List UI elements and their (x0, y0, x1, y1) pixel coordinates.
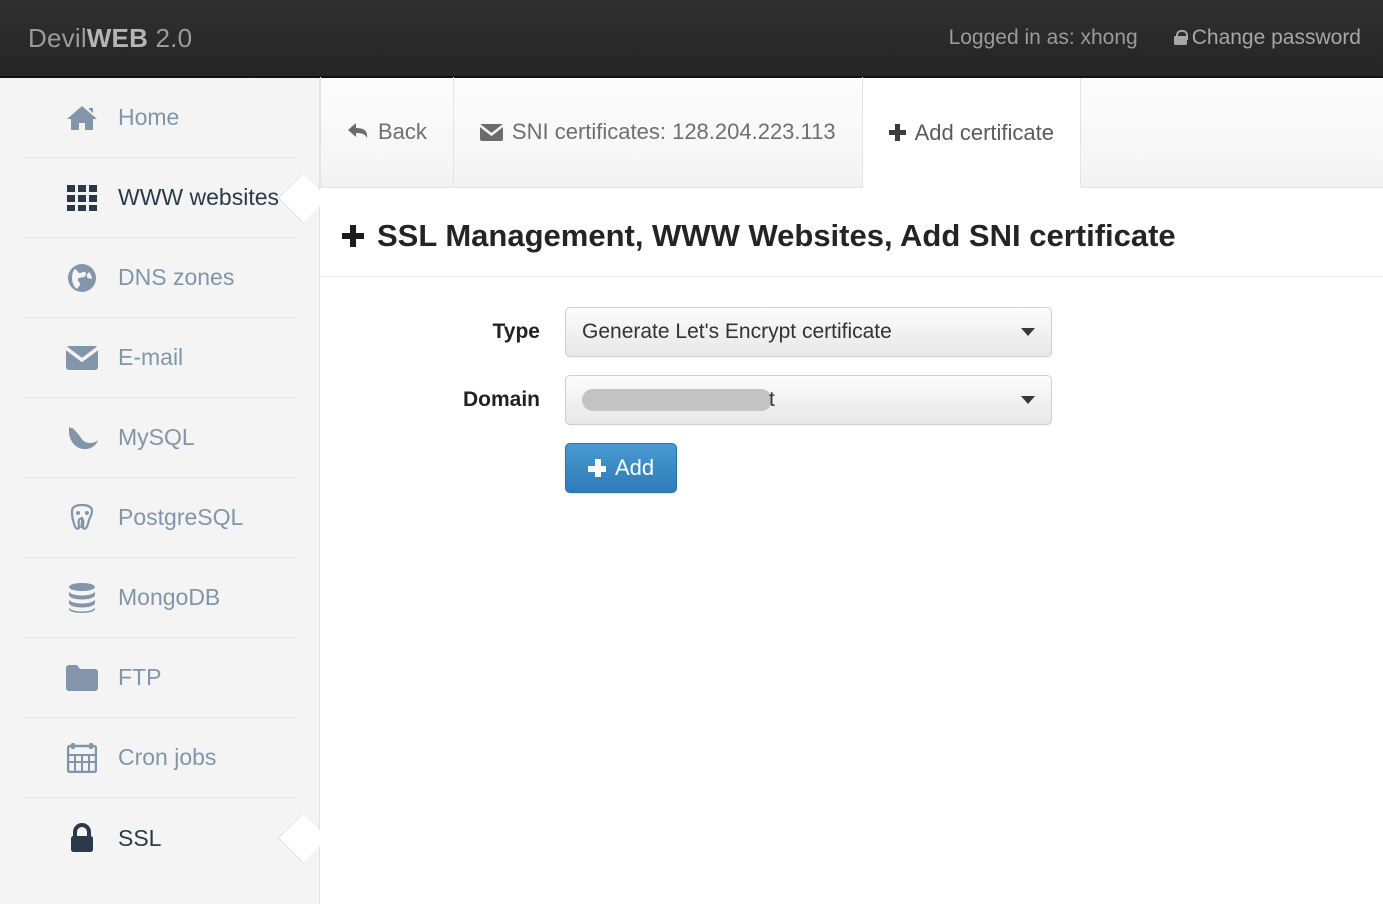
tab-label: SNI certificates: 128.204.223.113 (511, 119, 836, 144)
sidebar-item-label: E-mail (118, 344, 184, 370)
add-button-label: Add (615, 455, 655, 480)
calendar-icon (62, 740, 102, 776)
sidebar-item-label: Home (118, 104, 180, 130)
envelope-icon (479, 123, 503, 141)
brand-bold: WEB (86, 22, 149, 53)
tab-label: Back (378, 119, 427, 144)
sidebar: Home WWW websites DNS zones E-mail MySQL… (0, 78, 320, 904)
sidebar-item-label: DNS zones (118, 264, 235, 290)
sidebar-item-postgresql[interactable]: PostgreSQL (22, 478, 297, 558)
tab-sni-certificates[interactable]: SNI certificates: 128.204.223.113 (454, 77, 863, 187)
sidebar-item-home[interactable]: Home (22, 78, 297, 158)
sidebar-item-cron-jobs[interactable]: Cron jobs (22, 718, 297, 798)
form-row-type: Type Generate Let's Encrypt certificate (320, 307, 1383, 357)
redaction-overlay (582, 389, 772, 411)
app-logo[interactable]: DevilWEB 2.0 (28, 23, 192, 54)
chevron-down-icon (1021, 328, 1035, 336)
back-arrow-icon (347, 122, 369, 142)
logged-in-status: Logged in as: xhong (948, 26, 1138, 49)
tab-add-certificate[interactable]: Add certificate (862, 78, 1082, 188)
plus-icon (888, 124, 906, 141)
form-row-submit: Add (320, 443, 1383, 493)
sidebar-item-label: WWW websites (118, 184, 279, 210)
sidebar-item-label: PostgreSQL (118, 504, 244, 530)
tab-label: Add certificate (914, 119, 1055, 145)
folder-icon (62, 660, 102, 696)
dolphin-icon (62, 420, 102, 456)
sidebar-item-label: MySQL (118, 424, 195, 450)
domain-select-value: t (769, 388, 775, 411)
page-title: SSL Management, WWW Websites, Add SNI ce… (320, 188, 1383, 277)
sidebar-item-www-websites[interactable]: WWW websites (22, 158, 297, 238)
sidebar-item-ssl[interactable]: SSL (22, 798, 297, 878)
sidebar-item-mongodb[interactable]: MongoDB (22, 558, 297, 638)
home-icon (62, 100, 102, 136)
change-password-link[interactable]: Change password (1173, 26, 1361, 50)
sidebar-item-email[interactable]: E-mail (22, 318, 297, 398)
envelope-icon (62, 340, 102, 376)
header-right-group: Logged in as: xhong Change password (949, 26, 1361, 50)
add-certificate-form: Type Generate Let's Encrypt certificate … (320, 277, 1383, 493)
type-label: Type (492, 320, 540, 343)
form-row-domain: Domain t (320, 375, 1383, 425)
content-panel: SSL Management, WWW Websites, Add SNI ce… (320, 188, 1383, 493)
grid-icon (62, 180, 102, 216)
plus-icon (588, 459, 606, 477)
page-title-text: SSL Management, WWW Websites, Add SNI ce… (377, 218, 1176, 253)
change-password-label: Change password (1191, 26, 1361, 49)
globe-icon (62, 260, 102, 296)
tab-back[interactable]: Back (320, 77, 454, 187)
chevron-down-icon (1021, 396, 1035, 404)
lock-icon (1173, 30, 1189, 45)
brand-suffix: 2.0 (148, 22, 193, 53)
tab-bar: Back SNI certificates: 128.204.223.113 A… (320, 77, 1383, 188)
brand-prefix: Devil (28, 22, 87, 53)
lock-icon (62, 820, 102, 856)
database-icon (62, 580, 102, 616)
sidebar-item-mysql[interactable]: MySQL (22, 398, 297, 478)
type-select-value: Generate Let's Encrypt certificate (582, 320, 892, 343)
sidebar-item-label: Cron jobs (118, 744, 217, 770)
main-content: Back SNI certificates: 128.204.223.113 A… (320, 77, 1383, 904)
top-header-bar: DevilWEB 2.0 Logged in as: xhong Change … (0, 0, 1383, 78)
sidebar-item-label: FTP (118, 664, 162, 690)
elephant-icon (62, 500, 102, 536)
plus-icon (342, 225, 364, 247)
sidebar-item-label: MongoDB (118, 584, 221, 610)
sidebar-item-dns-zones[interactable]: DNS zones (22, 238, 297, 318)
button-spacer (320, 443, 565, 493)
sidebar-item-label: SSL (118, 824, 162, 851)
domain-label: Domain (462, 388, 540, 411)
add-button[interactable]: Add (565, 443, 678, 493)
domain-select[interactable]: t (565, 375, 1052, 425)
type-select[interactable]: Generate Let's Encrypt certificate (565, 307, 1052, 357)
sidebar-item-ftp[interactable]: FTP (22, 638, 297, 718)
